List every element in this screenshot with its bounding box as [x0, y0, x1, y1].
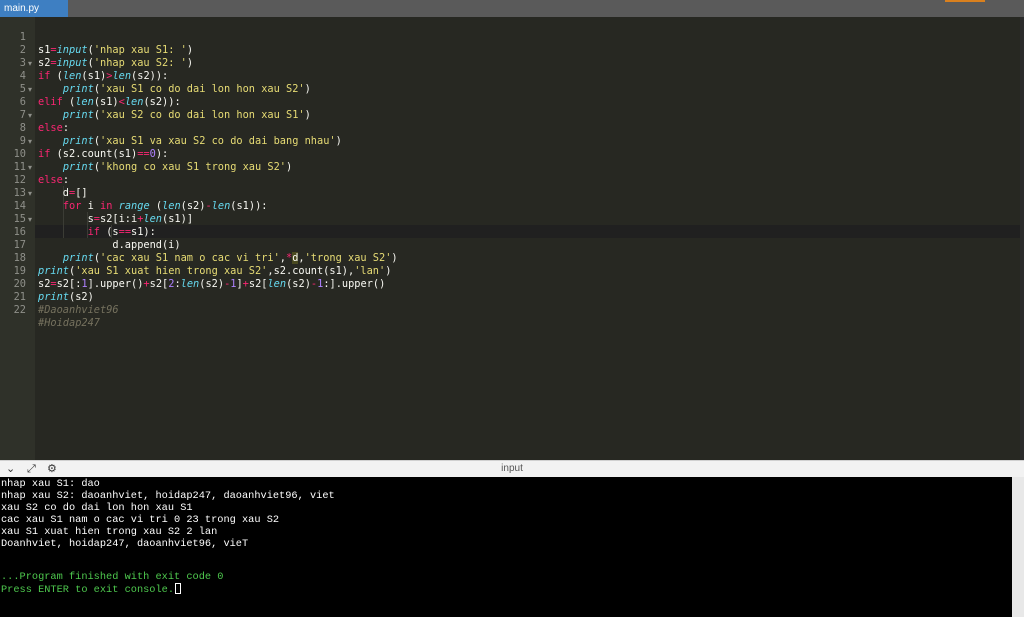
code-line: 3 ▾ if (len(s1)>len(s2)): — [19, 57, 169, 82]
console-scrollbar[interactable] — [1012, 477, 1024, 617]
code-line: 10 print('khong co xau S1 trong xau S2') — [13, 148, 293, 173]
online-ide: main.py 1 s1=input('nhap xau S1: ') 2 s2… — [0, 0, 1024, 617]
code-line: 11 ▾ else: — [13, 161, 70, 186]
terminal-cursor — [175, 583, 182, 594]
console-line: cac xau S1 nam o cac vi tri 0 23 trong x… — [1, 514, 280, 526]
code-line: 6 print('xau S2 co do dai lon hon xau S1… — [19, 96, 311, 121]
code-line: 4 print('xau S1 co do dai lon hon xau S2… — [19, 70, 311, 95]
console-line: nhap xau S2: daoanhviet, hoidap247, daoa… — [1, 490, 335, 502]
code-line: 7 ▾ else: — [19, 109, 70, 134]
tab-bar: main.py — [0, 0, 1024, 17]
code-line: 16 d.append(i) — [13, 226, 181, 251]
code-line: 21 #Daoanhviet96 — [13, 291, 119, 316]
code-line: 20 print(s2) — [13, 278, 94, 303]
console-line: Doanhviet, hoidap247, daoanhviet96, vieT — [1, 538, 249, 550]
code-line: 14 s=s2[i:i+len(s1)] — [13, 200, 194, 225]
console-header: ⌄ ⤢ ⚙ input — [0, 460, 1024, 477]
code-line: 9 ▾ if (s2.count(s1)==0): — [19, 135, 169, 160]
code-line: 22 #Hoidap247 — [13, 304, 100, 329]
code-line: 19 s2=s2[:1].upper()+s2[2:len(s2)-1]+s2[… — [13, 265, 386, 290]
console-finish-message: ...Program finished with exit code 0 — [1, 571, 224, 583]
code-line: 1 s1=input('nhap xau S1: ') — [19, 31, 194, 56]
code-line-active: 17 print('cac xau S1 nam o cac vi tri',*… — [13, 239, 398, 264]
code-line: 8 print('xau S1 va xau S2 co do dai bang… — [19, 122, 342, 147]
editor-scrollbar[interactable] — [1020, 17, 1024, 460]
console-prompt-line: Press ENTER to exit console. — [1, 583, 182, 596]
code-line: 5 ▾ elif (len(s1)<len(s2)): — [19, 83, 181, 108]
code-line: 2 s2=input('nhap xau S2: ') — [19, 44, 194, 69]
code-line: 12 d=[] — [13, 174, 88, 199]
console-line: xau S2 co do dai lon hon xau S1 — [1, 502, 193, 514]
code-editor[interactable]: 1 s1=input('nhap xau S1: ') 2 s2=input('… — [0, 17, 1024, 460]
console-line: xau S1 xuat hien trong xau S2 2 lan — [1, 526, 218, 538]
code-line: 15 ▾ if (s==s1): — [13, 213, 156, 238]
code-line: 18 print('xau S1 xuat hien trong xau S2'… — [13, 252, 392, 277]
console-line: nhap xau S1: dao — [1, 478, 100, 490]
console-output[interactable]: nhap xau S1: dao nhap xau S2: daoanhviet… — [0, 477, 1012, 617]
console-title: input — [501, 463, 523, 474]
code-line: 13 ▾ for i in range (len(s2)-len(s1)): — [13, 187, 268, 212]
tab-accent — [945, 0, 985, 2]
tab-main-py[interactable]: main.py — [0, 0, 68, 17]
console-prompt: Press ENTER to exit console. — [1, 584, 175, 596]
